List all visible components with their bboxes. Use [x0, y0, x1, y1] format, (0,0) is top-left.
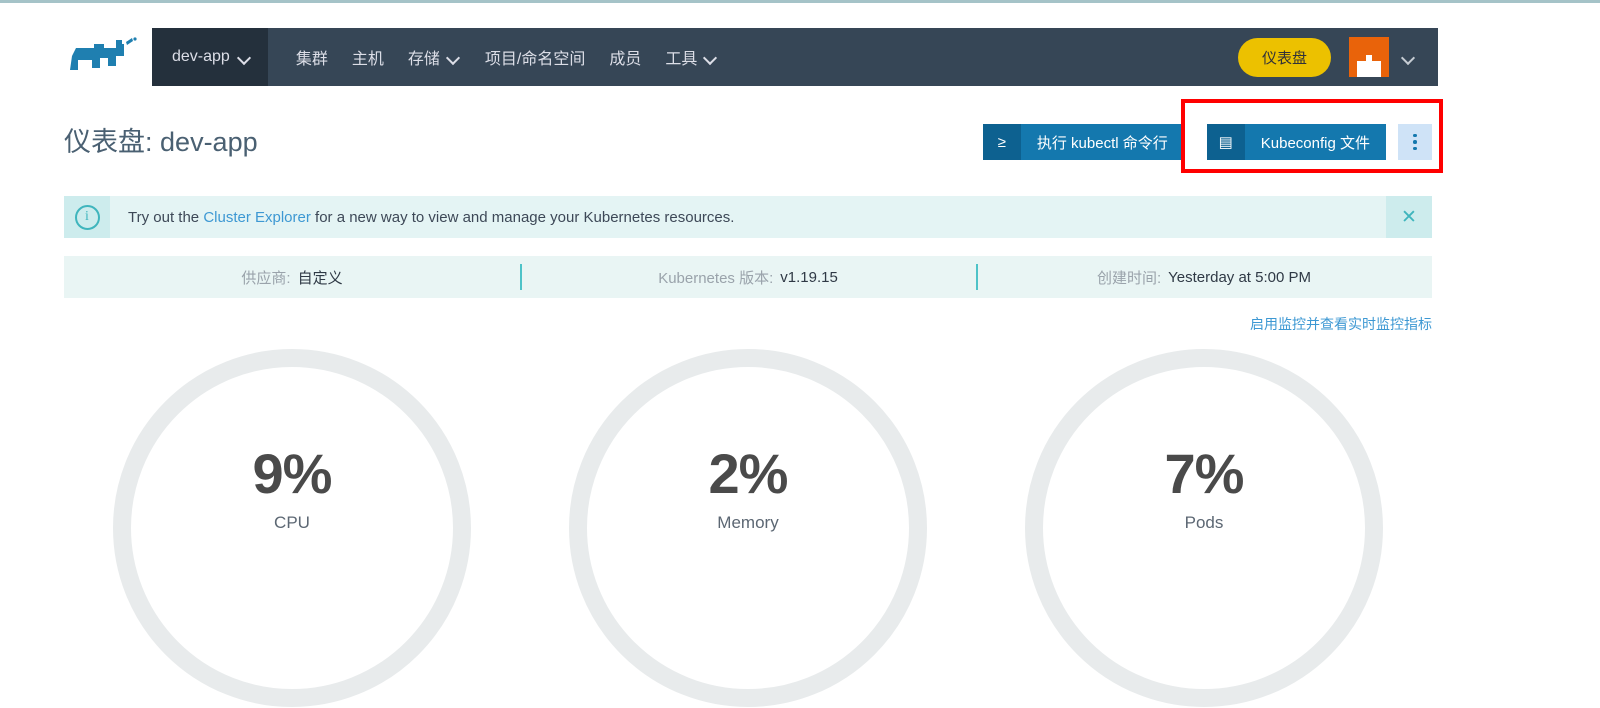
nav-item-storage[interactable]: 存储 [396, 45, 473, 69]
chevron-down-icon [448, 53, 461, 61]
cluster-switcher[interactable]: dev-app [152, 28, 268, 86]
document-file-icon: ▤ [1206, 124, 1245, 160]
nav-item-clusters[interactable]: 集群 [284, 45, 340, 69]
cluster-switcher-label: dev-app [172, 48, 230, 65]
gauge-label: Memory [717, 513, 779, 532]
gauge-memory: 2% Memory [520, 344, 976, 707]
kubeconfig-file-button[interactable]: ▤ Kubeconfig 文件 [1206, 124, 1386, 160]
page-actions: ≥ 执行 kubectl 命令行 ▤ Kubeconfig 文件 [982, 124, 1432, 160]
gauge-cpu: 9% CPU [64, 344, 520, 707]
meta-created-at: 创建时间: Yesterday at 5:00 PM [976, 256, 1432, 298]
meta-provider: 供应商: 自定义 [64, 256, 520, 298]
terminal-prompt-icon: ≥ [982, 124, 1021, 160]
info-glyph: i [74, 204, 100, 230]
chevron-down-icon[interactable] [1403, 53, 1416, 61]
cluster-metrics-gauges: 9% CPU 2% Memory 7% Pods [64, 344, 1432, 707]
gauge-memory-text: 2% Memory [520, 444, 976, 533]
nav-item-hosts[interactable]: 主机 [340, 45, 396, 69]
main-navigation: dev-app 集群 主机 存储 项目/命名空间 成员 工具 仪表盘 [152, 28, 1438, 86]
info-circle-icon: i [64, 196, 110, 238]
gauge-pods-text: 7% Pods [976, 444, 1432, 533]
meta-kubernetes-version: Kubernetes 版本: v1.19.15 [520, 256, 976, 298]
nav-item-label: 存储 [407, 51, 440, 68]
meta-label: 供应商: [241, 269, 291, 287]
page-title-value: dev-app [160, 127, 258, 157]
page-title-label: 仪表盘: [64, 127, 153, 157]
enable-monitoring-link[interactable]: 启用监控并查看实时监控指标 [1250, 314, 1432, 334]
cluster-explorer-link[interactable]: Cluster Explorer [203, 209, 311, 226]
user-avatar-icon[interactable] [1349, 37, 1389, 77]
nav-item-label: 工具 [665, 51, 698, 68]
meta-value: v1.19.15 [780, 268, 838, 286]
meta-value: 自定义 [297, 269, 343, 287]
app-header: dev-app 集群 主机 存储 项目/命名空间 成员 工具 仪表盘 [0, 28, 1600, 86]
close-icon[interactable]: ✕ [1386, 196, 1432, 238]
banner-text-after: for a new way to view and manage your Ku… [310, 208, 735, 226]
nav-item-label: 集群 [295, 51, 328, 68]
gauge-value: 2% [708, 442, 789, 505]
nav-item-projects-namespaces[interactable]: 项目/命名空间 [473, 45, 597, 69]
meta-label: Kubernetes 版本: [658, 269, 774, 287]
gauge-label: Pods [1184, 513, 1224, 532]
gauge-pods: 7% Pods [976, 344, 1432, 707]
launch-kubectl-label: 执行 kubectl 命令行 [1036, 134, 1168, 152]
cluster-explorer-banner: i Try out the Cluster Explorer for a new… [64, 196, 1432, 238]
meta-value: Yesterday at 5:00 PM [1168, 268, 1312, 286]
gauge-label: CPU [274, 513, 310, 532]
nav-item-label: 成员 [609, 51, 642, 68]
nav-item-members[interactable]: 成员 [597, 45, 653, 69]
gauge-value: 9% [252, 442, 333, 505]
launch-kubectl-button[interactable]: ≥ 执行 kubectl 命令行 [982, 124, 1184, 160]
gauge-cpu-text: 9% CPU [64, 444, 520, 533]
kebab-menu-icon[interactable] [1398, 124, 1432, 160]
gauge-value: 7% [1164, 442, 1245, 505]
nav-item-label: 项目/命名空间 [484, 51, 586, 68]
nav-item-list: 集群 主机 存储 项目/命名空间 成员 工具 [268, 28, 731, 86]
rancher-cow-logo[interactable] [64, 36, 138, 78]
nav-item-tools[interactable]: 工具 [653, 45, 730, 69]
chevron-down-icon [705, 53, 718, 61]
kubeconfig-file-label: Kubeconfig 文件 [1260, 134, 1370, 152]
nav-item-label: 主机 [351, 51, 384, 68]
dashboard-button[interactable]: 仪表盘 [1237, 37, 1331, 77]
top-accent-rule [0, 0, 1600, 3]
header-right-cluster: 仪表盘 [1237, 28, 1438, 86]
banner-text-before: Try out the [128, 208, 204, 226]
banner-message: Try out the Cluster Explorer for a new w… [110, 209, 734, 226]
meta-label: 创建时间: [1096, 269, 1162, 287]
page-title-row: 仪表盘: dev-app ≥ 执行 kubectl 命令行 ▤ Kubeconf… [64, 118, 1432, 166]
chevron-down-icon [239, 53, 252, 61]
cluster-meta-strip: 供应商: 自定义 Kubernetes 版本: v1.19.15 创建时间: Y… [64, 256, 1432, 298]
